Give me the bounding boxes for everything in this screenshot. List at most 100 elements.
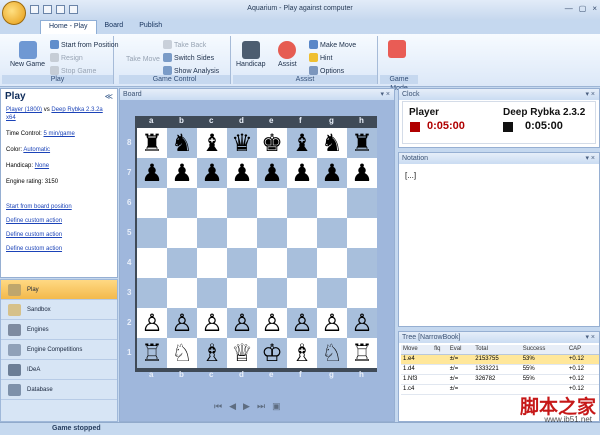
chess-piece[interactable]: ♗ <box>197 338 227 368</box>
color-link[interactable]: Automatic <box>23 147 50 153</box>
board-square[interactable] <box>257 188 287 218</box>
board-square[interactable] <box>287 278 317 308</box>
tab-home-play[interactable]: Home - Play <box>40 20 97 34</box>
board-controls-icon[interactable]: ▾ × <box>380 89 390 100</box>
board-square[interactable] <box>347 278 377 308</box>
chess-piece[interactable]: ♚ <box>257 128 287 158</box>
sidebar-item-play[interactable]: Play <box>1 280 117 300</box>
board-square[interactable] <box>257 278 287 308</box>
rocking-horse-icon[interactable] <box>388 40 406 60</box>
chess-piece[interactable]: ♕ <box>227 338 257 368</box>
chess-piece[interactable]: ♔ <box>257 338 287 368</box>
chess-piece[interactable]: ♙ <box>197 308 227 338</box>
chess-piece[interactable]: ♙ <box>347 308 377 338</box>
board-square[interactable] <box>287 248 317 278</box>
chess-piece[interactable]: ♟ <box>347 158 377 188</box>
board-square[interactable] <box>137 188 167 218</box>
board-square[interactable] <box>317 248 347 278</box>
tree-table[interactable]: Move flq Eval Total Success CAP 1.e4 ±/= 2… <box>401 345 599 395</box>
first-move-icon[interactable]: ⏮ <box>214 401 222 412</box>
chess-piece[interactable]: ♝ <box>197 128 227 158</box>
tree-controls-icon[interactable]: ▾ × <box>585 332 595 343</box>
table-row[interactable]: 1.e4 ±/= 2153755 53% +0.12 <box>401 354 599 365</box>
board-square[interactable] <box>227 278 257 308</box>
tab-board[interactable]: Board <box>97 20 132 34</box>
chess-piece[interactable]: ♟ <box>287 158 317 188</box>
chess-piece[interactable]: ♙ <box>287 308 317 338</box>
tree-header-total[interactable]: Total <box>473 345 521 355</box>
board-square[interactable] <box>317 188 347 218</box>
stop-game-button[interactable]: Stop Game <box>50 66 96 75</box>
tree-header-cap[interactable]: CAP <box>566 345 599 355</box>
tab-publish[interactable]: Publish <box>131 20 170 34</box>
board-square[interactable] <box>137 248 167 278</box>
assist-button[interactable]: Assist <box>278 41 297 68</box>
sidebar-item-engine-competitions[interactable]: Engine Competitions <box>1 340 117 360</box>
resign-button[interactable]: Resign <box>50 53 83 62</box>
custom-action-link[interactable]: Define custom action <box>6 246 62 252</box>
tree-header-eval[interactable]: Eval <box>447 345 474 355</box>
board-square[interactable] <box>347 188 377 218</box>
chess-piece[interactable]: ♙ <box>137 308 167 338</box>
new-game-button[interactable]: New Game <box>10 41 45 68</box>
table-row[interactable]: 1.Nf3 ±/= 326782 55% +0.12 <box>401 374 599 385</box>
chess-piece[interactable]: ♙ <box>257 308 287 338</box>
custom-action-link[interactable]: Define custom action <box>6 232 62 238</box>
sidebar-item-engines[interactable]: Engines <box>1 320 117 340</box>
board-square[interactable] <box>227 248 257 278</box>
board-square[interactable] <box>257 248 287 278</box>
chess-piece[interactable]: ♞ <box>317 128 347 158</box>
chess-piece[interactable]: ♗ <box>287 338 317 368</box>
chess-piece[interactable]: ♙ <box>317 308 347 338</box>
table-row[interactable]: 1.d4 ±/= 1333221 55% +0.12 <box>401 364 599 375</box>
board-square[interactable] <box>347 248 377 278</box>
board-square[interactable] <box>257 218 287 248</box>
switch-sides-button[interactable]: Switch Sides <box>163 53 214 62</box>
custom-action-link[interactable]: Define custom action <box>6 218 62 224</box>
board-square[interactable] <box>317 218 347 248</box>
board-square[interactable] <box>287 188 317 218</box>
notation-controls-icon[interactable]: ▾ × <box>585 153 595 164</box>
board-square[interactable] <box>347 218 377 248</box>
start-position-button[interactable]: Start from Position <box>50 40 119 49</box>
tree-header-move[interactable]: Move <box>401 345 433 355</box>
last-move-icon[interactable]: ⏭ <box>257 401 265 412</box>
board-square[interactable] <box>167 188 197 218</box>
next-move-icon[interactable]: ▶ <box>243 401 250 412</box>
chess-piece[interactable]: ♟ <box>167 158 197 188</box>
make-move-button[interactable]: Make Move <box>309 40 356 49</box>
handicap-link[interactable]: None <box>35 163 49 169</box>
tree-header-success[interactable]: Success <box>520 345 567 355</box>
chess-board[interactable]: ♜ ♞ ♝ ♛ ♚ ♝ ♞ ♜ ♟ ♟ ♟ ♟ ♟ ♟ ♟ ♟ ♙ ♙ ♙ ♙ ♙ ♙ ♙ ♙ ♖ ♘ ♗ ♕ ♔ ♗ ♘ ♖ <box>137 128 377 368</box>
chess-piece[interactable]: ♟ <box>197 158 227 188</box>
notation-text[interactable]: [...] <box>405 171 416 180</box>
chess-piece[interactable]: ♖ <box>137 338 167 368</box>
take-back-button[interactable]: Take Back <box>163 40 206 49</box>
hint-button[interactable]: Hint <box>309 53 332 62</box>
board-square[interactable] <box>227 188 257 218</box>
board-square[interactable] <box>167 278 197 308</box>
board-square[interactable] <box>227 218 257 248</box>
board-square[interactable] <box>167 218 197 248</box>
start-board-link[interactable]: Start from board position <box>6 204 72 210</box>
chess-piece[interactable]: ♟ <box>257 158 287 188</box>
board-square[interactable] <box>197 278 227 308</box>
take-move-button[interactable]: Take Move <box>126 56 160 63</box>
collapse-icon[interactable]: ≪ <box>105 92 113 101</box>
chess-piece[interactable]: ♟ <box>227 158 257 188</box>
board-square[interactable] <box>197 188 227 218</box>
tree-header-flq[interactable]: flq <box>432 345 448 355</box>
sidebar-item-idea[interactable]: IDeA <box>1 360 117 380</box>
chess-piece[interactable]: ♛ <box>227 128 257 158</box>
auto-play-icon[interactable]: ▣ <box>272 401 281 412</box>
board-square[interactable] <box>137 278 167 308</box>
chess-piece[interactable]: ♖ <box>347 338 377 368</box>
sidebar-item-sandbox[interactable]: Sandbox <box>1 300 117 320</box>
minimize-button[interactable]: — <box>565 4 573 13</box>
chess-piece[interactable]: ♘ <box>167 338 197 368</box>
app-logo-icon[interactable] <box>2 1 26 25</box>
close-button[interactable]: × <box>592 4 597 13</box>
chess-piece[interactable]: ♘ <box>317 338 347 368</box>
handicap-button[interactable]: Handicap <box>236 41 266 68</box>
chess-piece[interactable]: ♙ <box>167 308 197 338</box>
